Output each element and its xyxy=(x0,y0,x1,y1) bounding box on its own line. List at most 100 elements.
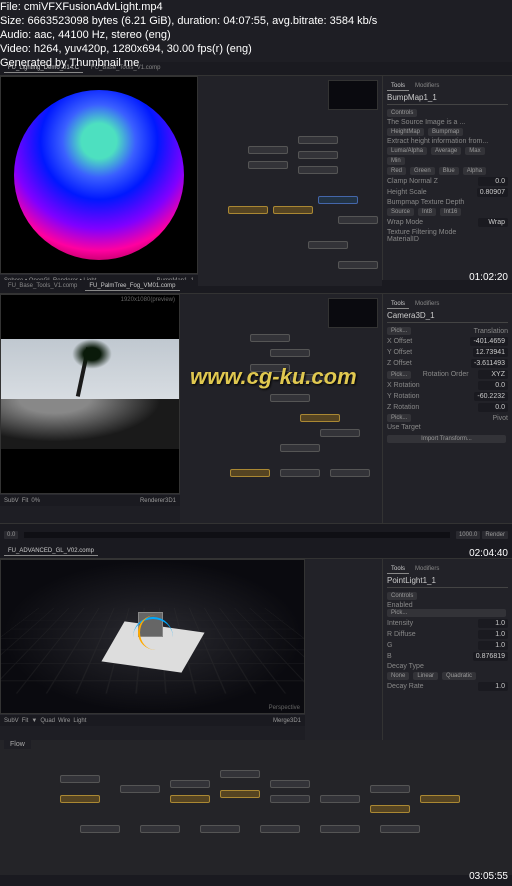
tab-modifiers[interactable]: Modifiers xyxy=(411,82,443,91)
tab[interactable]: Tools xyxy=(387,300,409,309)
g-val[interactable]: 1.0 xyxy=(478,641,508,650)
btn[interactable]: Green xyxy=(410,167,435,175)
tl-end[interactable]: 1000.0 xyxy=(456,531,480,539)
btn-bumpmap[interactable]: Bumpmap xyxy=(428,128,463,136)
node[interactable] xyxy=(270,349,310,357)
flow-tab[interactable]: Flow xyxy=(4,740,31,749)
tl-track[interactable] xyxy=(24,532,450,538)
node[interactable] xyxy=(170,780,210,788)
use-target-checkbox[interactable]: Use Target xyxy=(387,424,508,431)
node[interactable] xyxy=(220,770,260,778)
btn[interactable]: Quadratic xyxy=(442,672,476,680)
btn[interactable]: Min xyxy=(387,157,405,165)
node[interactable] xyxy=(280,469,320,477)
node[interactable] xyxy=(380,825,420,833)
node[interactable] xyxy=(270,780,310,788)
btn[interactable]: Average xyxy=(431,147,461,155)
btn[interactable]: Source xyxy=(387,208,414,216)
render-button[interactable]: Render xyxy=(482,531,508,539)
node[interactable] xyxy=(308,241,348,249)
r-val[interactable]: 1.0 xyxy=(478,630,508,639)
btn[interactable]: Luma/Alpha xyxy=(387,147,427,155)
y-offset[interactable]: 12.73941 xyxy=(473,348,508,357)
node[interactable] xyxy=(338,261,378,269)
y-rot[interactable]: -60.2232 xyxy=(474,392,508,401)
node[interactable] xyxy=(330,469,370,477)
node[interactable] xyxy=(140,825,180,833)
tab-controls[interactable]: Controls xyxy=(387,109,417,117)
rotate-gizmo-icon[interactable] xyxy=(138,615,173,650)
btn[interactable]: Max xyxy=(465,147,484,155)
intensity-val[interactable]: 1.0 xyxy=(478,619,508,628)
node[interactable] xyxy=(228,206,268,214)
decay-val[interactable]: 1.0 xyxy=(478,682,508,691)
height-val[interactable]: 0.80907 xyxy=(477,188,508,197)
enabled-checkbox[interactable]: Enabled xyxy=(387,602,508,609)
tab[interactable]: Modifiers xyxy=(411,565,443,574)
tab-tools[interactable]: Tools xyxy=(387,82,409,91)
node[interactable] xyxy=(60,795,100,803)
node[interactable] xyxy=(298,151,338,159)
node[interactable] xyxy=(298,136,338,144)
btn[interactable]: None xyxy=(387,672,409,680)
viewport-sphere[interactable] xyxy=(0,76,198,274)
node[interactable] xyxy=(248,161,288,169)
node[interactable] xyxy=(60,775,100,783)
tab[interactable]: Modifiers xyxy=(411,300,443,309)
pick-button[interactable]: Pick... xyxy=(387,609,506,617)
node[interactable] xyxy=(270,795,310,803)
node[interactable] xyxy=(298,166,338,174)
navigator-mini-1[interactable] xyxy=(328,80,378,110)
z-rot[interactable]: 0.0 xyxy=(478,403,508,412)
node[interactable] xyxy=(250,334,290,342)
node-graph-3[interactable] xyxy=(305,559,382,740)
viewport-palm[interactable]: 1920x1080(preview) xyxy=(0,294,180,494)
tab[interactable]: FU_Base_Tools_V1.comp xyxy=(4,282,81,291)
node[interactable] xyxy=(320,795,360,803)
flow-graph[interactable]: Flow xyxy=(0,740,512,875)
viewport-cube[interactable]: Perspective xyxy=(0,559,305,714)
rot-order[interactable]: XYZ xyxy=(478,370,508,379)
b-val[interactable]: 0.876819 xyxy=(473,652,508,661)
node[interactable] xyxy=(273,206,313,214)
node[interactable] xyxy=(80,825,120,833)
btn-heightmap[interactable]: HeightMap xyxy=(387,128,424,136)
node[interactable] xyxy=(280,444,320,452)
timeline-2[interactable]: 0.0 1000.0 Render xyxy=(0,523,512,545)
tab[interactable]: FU_ADVANCED_GL_V02.comp xyxy=(4,547,98,556)
tab-controls[interactable]: Controls xyxy=(387,592,417,600)
node[interactable] xyxy=(120,785,160,793)
tl-start[interactable]: 0.0 xyxy=(4,531,18,539)
node[interactable] xyxy=(300,414,340,422)
x-offset[interactable]: -401.4659 xyxy=(470,337,508,346)
node[interactable] xyxy=(170,795,210,803)
btn[interactable]: Alpha xyxy=(463,167,486,175)
node[interactable] xyxy=(318,196,358,204)
node-graph-2[interactable]: www.cg-ku.com xyxy=(180,294,382,523)
node[interactable] xyxy=(230,469,270,477)
node[interactable] xyxy=(370,805,410,813)
btn[interactable]: Int8 xyxy=(418,208,436,216)
pick-button[interactable]: Pick... xyxy=(387,371,411,379)
node[interactable] xyxy=(320,825,360,833)
navigator-mini-2[interactable] xyxy=(328,298,378,328)
btn[interactable]: Int16 xyxy=(440,208,461,216)
node[interactable] xyxy=(220,790,260,798)
node[interactable] xyxy=(320,429,360,437)
node[interactable] xyxy=(270,394,310,402)
clamp-val[interactable]: 0.0 xyxy=(478,177,508,186)
btn[interactable]: Red xyxy=(387,167,406,175)
node[interactable] xyxy=(420,795,460,803)
pick-button[interactable]: Pick... xyxy=(387,327,411,335)
node[interactable] xyxy=(200,825,240,833)
btn[interactable]: Blue xyxy=(439,167,459,175)
node-graph-1[interactable] xyxy=(198,76,382,286)
z-offset[interactable]: -3.611493 xyxy=(471,359,508,368)
tab[interactable]: FU_PalmTree_Fog_VM01.comp xyxy=(85,282,179,291)
node[interactable] xyxy=(260,825,300,833)
node[interactable] xyxy=(338,216,378,224)
node[interactable] xyxy=(248,146,288,154)
x-rot[interactable]: 0.0 xyxy=(478,381,508,390)
node[interactable] xyxy=(370,785,410,793)
tab[interactable]: Tools xyxy=(387,565,409,574)
